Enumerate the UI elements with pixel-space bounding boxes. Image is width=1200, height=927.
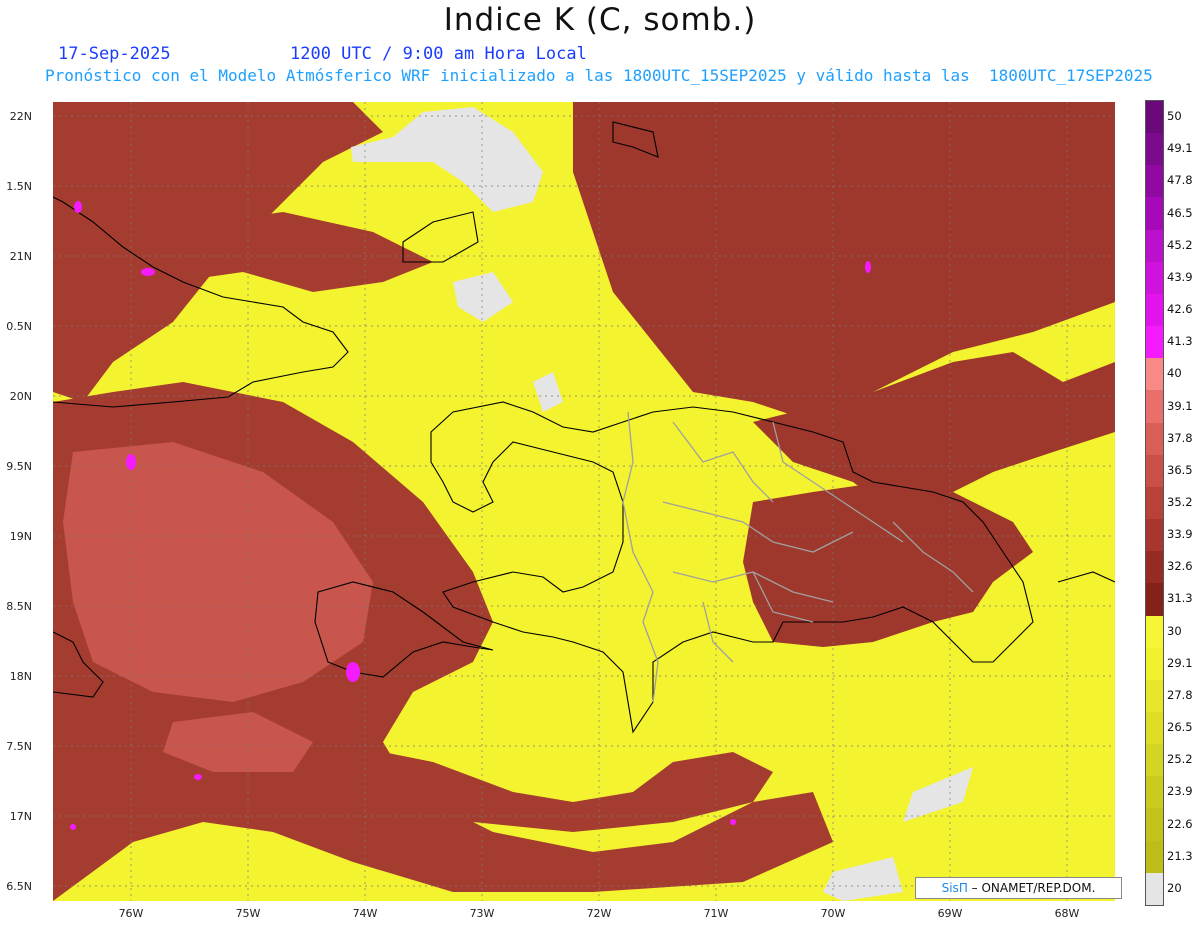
colorbar-label: 31.3 (1167, 591, 1193, 606)
colorbar-label: 25.2 (1167, 752, 1193, 767)
colorbar-segment (1146, 165, 1163, 198)
lon-label: 70W (820, 907, 846, 920)
lat-label: 22N (9, 110, 32, 123)
colorbar-segment (1146, 358, 1163, 391)
colorbar-label: 41.3 (1167, 334, 1193, 349)
colorbar-segment (1146, 679, 1163, 712)
colorbar-label: 47.8 (1167, 173, 1193, 188)
colorbar (1145, 100, 1164, 906)
lon-label: 72W (586, 907, 612, 920)
sispi-logo: SisΠ (941, 881, 968, 895)
colorbar-label: 26.5 (1167, 720, 1193, 735)
colorbar-label: 22.6 (1167, 816, 1193, 831)
lat-label: 0.5N (6, 320, 32, 333)
chart-title: Indice K (C, somb.) (443, 2, 757, 38)
lon-label: 74W (352, 907, 378, 920)
lat-label: 1.5N (6, 180, 32, 193)
colorbar-label: 33.9 (1167, 527, 1193, 542)
colorbar-label: 50 (1167, 109, 1182, 124)
colorbar-segment (1146, 326, 1163, 359)
colorbar-segment (1146, 197, 1163, 230)
colorbar-label: 20 (1167, 880, 1182, 895)
colorbar-label: 23.9 (1167, 784, 1193, 799)
colorbar-segment (1146, 486, 1163, 520)
colorbar-label: 46.5 (1167, 205, 1193, 220)
map-panel (53, 102, 1115, 901)
colorbar-segment (1146, 711, 1163, 745)
lon-label: 75W (235, 907, 261, 920)
colorbar-segment (1146, 293, 1163, 327)
colorbar-segment (1146, 647, 1163, 680)
lat-label: 6.5N (6, 880, 32, 893)
lon-label: 71W (703, 907, 729, 920)
colorbar-label: 43.9 (1167, 269, 1193, 284)
lon-label: 73W (469, 907, 495, 920)
colorbar-label: 30 (1167, 623, 1182, 638)
colorbar-label: 27.8 (1167, 687, 1193, 702)
colorbar-segment (1146, 840, 1163, 873)
colorbar-label: 32.6 (1167, 559, 1193, 574)
forecast-description: Pronóstico con el Modelo Atmósferico WRF… (45, 66, 1153, 85)
colorbar-label: 40 (1167, 366, 1182, 381)
colorbar-label: 45.2 (1167, 237, 1193, 252)
colorbar-segment (1146, 229, 1163, 262)
lat-label: 7.5N (6, 740, 32, 753)
colorbar-segment (1146, 872, 1163, 905)
colorbar-segment (1146, 519, 1163, 552)
colorbar-label: 29.1 (1167, 655, 1193, 670)
lon-label: 69W (937, 907, 963, 920)
lat-label: 21N (9, 250, 32, 263)
credit-org: – ONAMET/REP.DOM. (971, 881, 1096, 895)
colorbar-segment (1146, 261, 1163, 294)
colorbar-segment (1146, 101, 1163, 134)
lat-label: 8.5N (6, 600, 32, 613)
lon-label: 76W (118, 907, 144, 920)
colorbar-label: 36.5 (1167, 462, 1193, 477)
colorbar-segment (1146, 422, 1163, 455)
colorbar-segment (1146, 551, 1163, 584)
lat-label: 9.5N (6, 460, 32, 473)
colorbar-segment (1146, 133, 1163, 166)
colorbar-label: 35.2 (1167, 495, 1193, 509)
colorbar-label: 37.8 (1167, 430, 1193, 445)
colorbar-label: 42.6 (1167, 302, 1193, 317)
lat-label: 18N (9, 670, 32, 683)
colorbar-label: 39.1 (1167, 398, 1193, 413)
colorbar-label: 49.1 (1167, 141, 1193, 156)
colorbar-segment (1146, 615, 1163, 648)
credit-box: SisΠ – ONAMET/REP.DOM. (915, 877, 1122, 899)
k-index-field (53, 102, 1115, 901)
lat-label: 20N (9, 390, 32, 403)
colorbar-segment (1146, 808, 1163, 841)
colorbar-segment (1146, 744, 1163, 777)
colorbar-segment (1146, 390, 1163, 423)
lon-label: 68W (1054, 907, 1080, 920)
lat-label: 19N (9, 530, 32, 543)
time-label: 1200 UTC / 9:00 am Hora Local (290, 44, 587, 64)
lat-label: 17N (9, 810, 32, 823)
colorbar-segment (1146, 776, 1163, 809)
colorbar-label: 21.3 (1167, 848, 1193, 863)
date-label: 17-Sep-2025 (58, 44, 171, 64)
colorbar-segment (1146, 583, 1163, 616)
colorbar-segment (1146, 454, 1163, 487)
